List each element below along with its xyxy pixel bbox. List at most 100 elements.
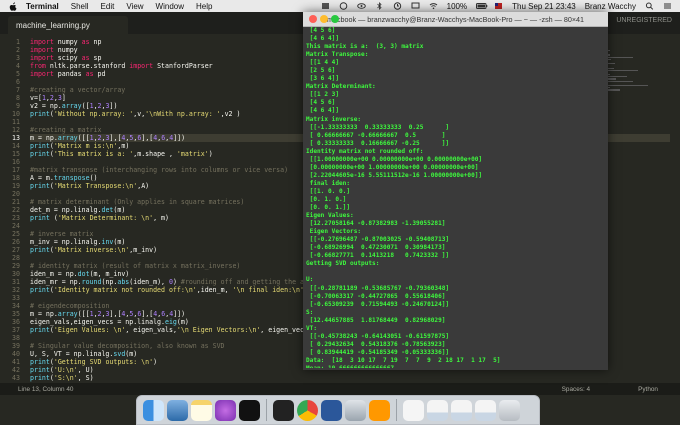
- window-icon[interactable]: [451, 399, 472, 421]
- code-token: det: [101, 206, 114, 214]
- line-number: 12: [12, 126, 20, 134]
- code-token: StanfordParser: [153, 62, 213, 70]
- line-number: 24: [12, 222, 20, 230]
- terminal-titlebar[interactable]: macbook — branzwacchy@Branz-Wacchys-MacB…: [303, 12, 608, 27]
- document-icon[interactable]: [403, 399, 424, 421]
- maximize-button[interactable]: [331, 15, 339, 23]
- notes-icon[interactable]: [191, 399, 212, 421]
- status-bar: Line 13, Column 40 Spaces: 4 Python: [0, 383, 680, 395]
- dock: [136, 395, 540, 425]
- terminal-output[interactable]: [4 5 6] [4 6 4]] This matrix is a: (3, 3)…: [306, 27, 606, 368]
- menu-help[interactable]: Help: [196, 2, 212, 11]
- code-token: print: [30, 286, 50, 294]
- chrome-icon[interactable]: [297, 399, 318, 421]
- terminal-line: [2.22044605e-16 5.55111512e-16 1.0000000…: [306, 171, 483, 179]
- code-token: m_inv = np.linalg.: [30, 238, 102, 246]
- bluetooth-icon[interactable]: [375, 2, 384, 10]
- clock-icon[interactable]: [393, 2, 402, 10]
- terminal-line: Identity matrix not rounded off:: [306, 147, 424, 155]
- code-line[interactable]: print('S:\n', S): [30, 374, 670, 382]
- terminal-window[interactable]: macbook — branzwacchy@Branz-Wacchys-MacB…: [303, 12, 608, 370]
- wifi-icon[interactable]: [429, 2, 438, 10]
- terminal-line: [12.44657885 1.81768449 0.82968029]: [306, 316, 446, 324]
- code-token: 'S:\n': [53, 374, 78, 382]
- code-token: (: [49, 214, 58, 222]
- list-icon[interactable]: [663, 2, 672, 10]
- close-button[interactable]: [309, 15, 317, 23]
- user-name[interactable]: Branz Wacchy: [585, 2, 636, 11]
- terminal-line: S:: [306, 308, 314, 316]
- minimize-button[interactable]: [320, 15, 328, 23]
- line-number: 6: [16, 78, 20, 86]
- globe-icon[interactable]: [339, 2, 348, 10]
- code-token: inv: [101, 238, 114, 246]
- clock-datetime[interactable]: Thu Sep 21 23:43: [512, 2, 576, 11]
- cast-icon[interactable]: [411, 2, 420, 10]
- code-token: sp: [89, 54, 102, 62]
- code-token: ],[: [109, 134, 122, 142]
- code-token: import: [30, 70, 54, 78]
- line-number: 10: [12, 110, 20, 118]
- code-token: print: [30, 182, 50, 190]
- line-number: 30: [12, 270, 20, 278]
- terminal-line: [ 0.66666667 -0.66666667 0.5 ]: [306, 131, 446, 139]
- code-token: ]]): [173, 310, 186, 318]
- appletv-icon[interactable]: [239, 399, 260, 421]
- sublime-status-icon[interactable]: [321, 2, 330, 10]
- code-token: 'matrix': [176, 150, 209, 158]
- terminal-line: [[-1.33333333 0.33333333 0.25 ]: [306, 123, 450, 131]
- battery-icon[interactable]: [476, 2, 488, 10]
- code-token: pandas: [53, 70, 86, 78]
- code-token: , S): [77, 374, 94, 382]
- eye-icon[interactable]: [356, 2, 366, 10]
- syntax-language[interactable]: Python: [638, 386, 658, 393]
- code-token: ,iden_m,: [196, 286, 233, 294]
- word-icon[interactable]: [321, 399, 342, 421]
- tab-machine-learning[interactable]: machine_learning.py: [8, 16, 128, 34]
- window-icon[interactable]: [427, 399, 448, 421]
- indentation-setting[interactable]: Spaces: 4: [562, 386, 590, 393]
- code-token: det_m = np.linalg.: [30, 206, 102, 214]
- code-token: U, S, VT = np.linalg.: [30, 350, 114, 358]
- terminal-line: This matrix is a: (3, 3) matrix: [306, 43, 424, 51]
- line-number: 26: [12, 238, 20, 246]
- code-token: #creating a vector/array: [30, 86, 126, 94]
- code-token: ]]): [173, 134, 186, 142]
- trash-icon[interactable]: [499, 399, 520, 421]
- app-menu-terminal[interactable]: Terminal: [26, 2, 59, 11]
- code-token: as: [81, 38, 90, 46]
- terminal-line: [0.00000000e+00 1.00000000e+00 0.0000000…: [306, 163, 479, 171]
- terminal-line: [4 5 6]: [306, 27, 336, 34]
- terminal-title: macbook — branzwacchy@Branz-Wacchys-MacB…: [326, 14, 585, 24]
- apple-icon[interactable]: [8, 1, 18, 11]
- terminal-line: Matrix Determinant:: [306, 83, 376, 91]
- battery-percent: 100%: [446, 1, 468, 11]
- line-number: 27: [12, 246, 20, 254]
- menu-edit[interactable]: Edit: [101, 2, 115, 11]
- code-token: '\n final iden:\n': [232, 286, 304, 294]
- line-number: 40: [12, 350, 20, 358]
- menu-window[interactable]: Window: [156, 2, 184, 11]
- code-token: (m): [125, 350, 138, 358]
- screenshot-icon[interactable]: [345, 399, 366, 421]
- finder-icon[interactable]: [143, 399, 164, 421]
- line-number: 41: [12, 358, 20, 366]
- preview-icon[interactable]: [167, 399, 188, 421]
- code-token: 'Without np.array: ': [53, 110, 134, 118]
- code-token: ([[: [77, 134, 90, 142]
- search-icon[interactable]: [645, 2, 654, 10]
- window-icon[interactable]: [475, 399, 496, 421]
- podcasts-icon[interactable]: [215, 399, 236, 421]
- terminal-line: [-0.70063317 -0.44727865 0.55618406]: [306, 292, 446, 300]
- menu-shell[interactable]: Shell: [71, 2, 89, 11]
- code-token: print: [30, 150, 50, 158]
- code-token: print: [30, 366, 50, 374]
- menu-view[interactable]: View: [126, 2, 143, 11]
- code-token: eig: [164, 318, 177, 326]
- code-token: , U): [77, 366, 94, 374]
- sublime-icon[interactable]: [369, 399, 390, 421]
- flag-icon[interactable]: [494, 2, 503, 10]
- terminal-icon[interactable]: [273, 399, 294, 421]
- code-token: 'Matrix Determinant: \n': [57, 214, 154, 222]
- code-token: 'Matrix m is:\n': [53, 142, 118, 150]
